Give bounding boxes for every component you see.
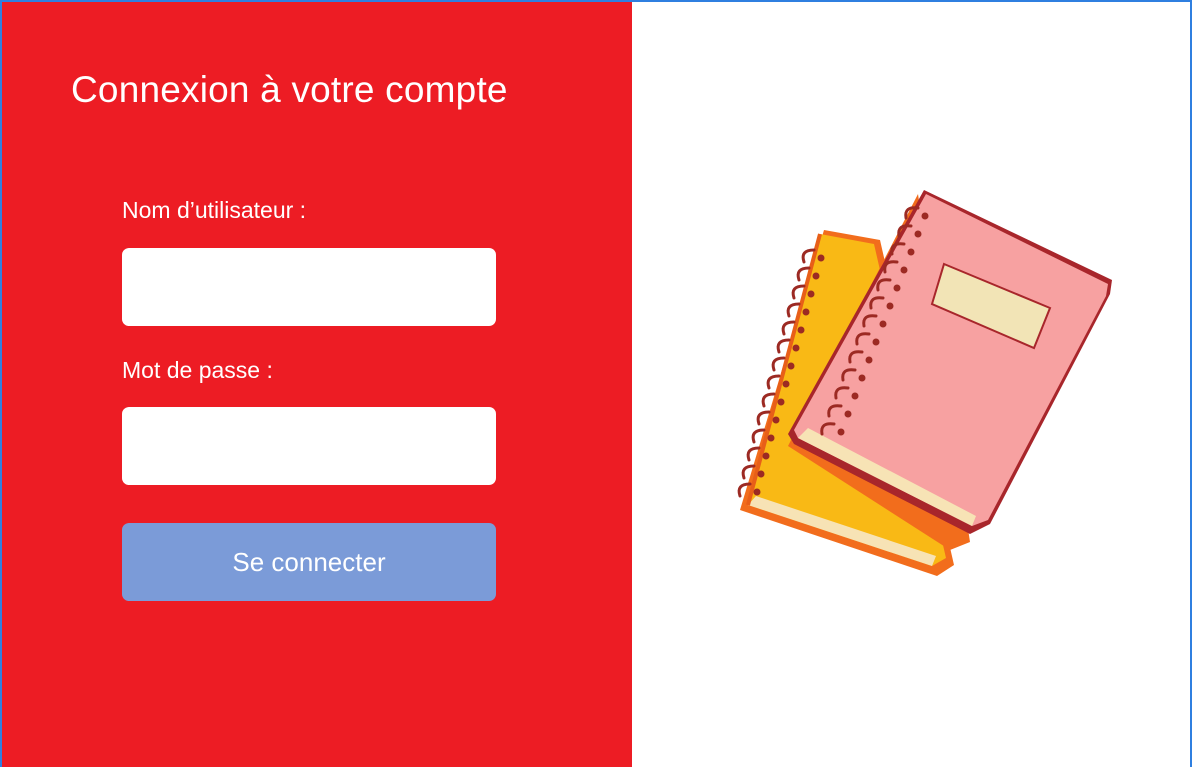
username-label: Nom d’utilisateur : (122, 197, 307, 223)
password-label: Mot de passe : (122, 357, 273, 383)
password-input[interactable] (122, 407, 496, 485)
username-input[interactable] (122, 248, 496, 326)
notebooks-icon (737, 190, 1112, 576)
login-panel: Connexion à votre compte Nom d’utilisate… (2, 2, 632, 767)
login-window: Connexion à votre compte Nom d’utilisate… (0, 0, 1192, 767)
page-title: Connexion à votre compte (71, 69, 508, 110)
login-button[interactable]: Se connecter (122, 523, 496, 601)
